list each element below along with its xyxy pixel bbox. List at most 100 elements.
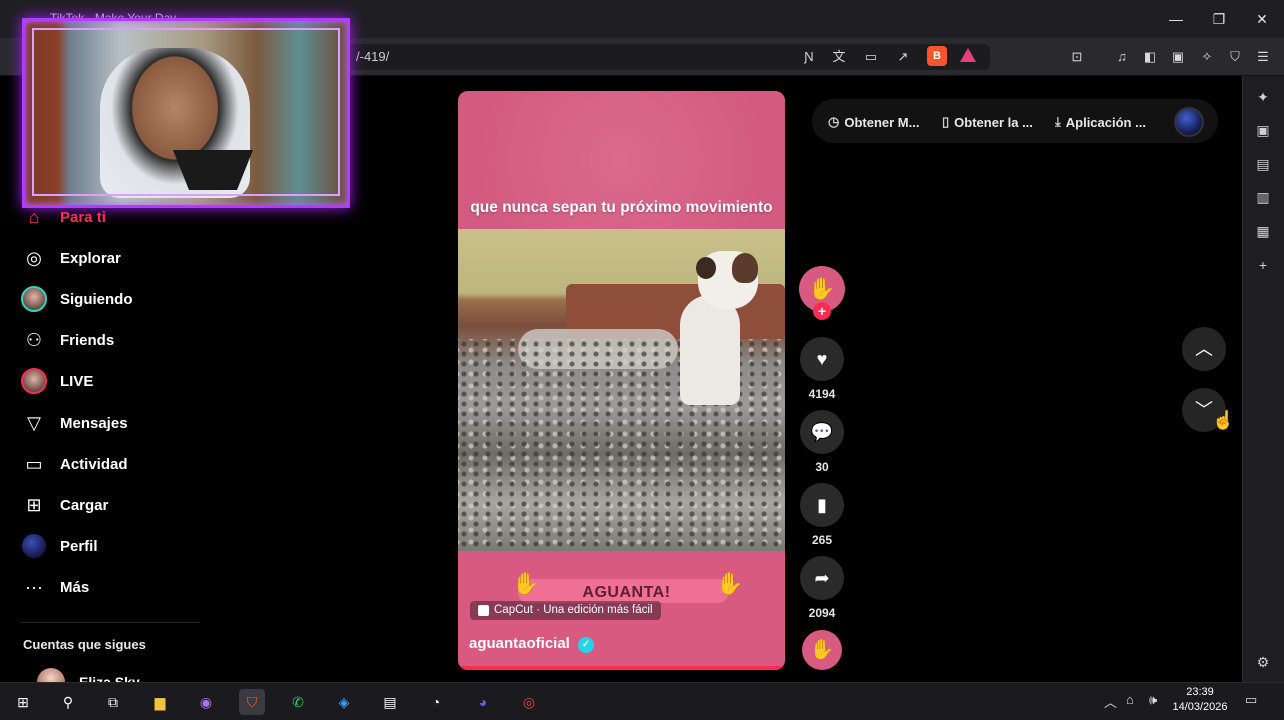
file-explorer-icon[interactable]: ▆ <box>147 689 173 715</box>
upload-icon: ⊞ <box>26 494 42 515</box>
coin-icon: ◷ <box>828 114 840 129</box>
maximize-icon[interactable]: ❐ <box>1208 8 1230 30</box>
system-clock[interactable]: 23:39 14/03/2026 <box>1168 685 1232 715</box>
get-coins-button[interactable]: ◷ Obtener M... <box>828 114 919 130</box>
obs-icon[interactable]: ◔ <box>423 689 449 715</box>
comment-icon: 💬 <box>810 421 834 442</box>
previous-video-button[interactable]: ︿ <box>1182 327 1226 371</box>
clock-date: 14/03/2026 <box>1172 701 1228 713</box>
profile-avatar <box>20 532 48 560</box>
nav-siguiendo[interactable]: Siguiendo <box>20 284 133 314</box>
sidebar-toggle-icon[interactable]: ◧ <box>1140 47 1160 67</box>
nav-mas[interactable]: ··· Más <box>20 572 89 602</box>
webcam-frame <box>32 28 340 196</box>
video-caption: que nunca sepan tu próximo movimiento <box>470 199 773 216</box>
pill-label: Obtener M... <box>844 114 920 130</box>
minimize-icon[interactable]: — <box>1165 8 1187 30</box>
brave-browser-icon[interactable]: ⛉ <box>239 689 265 715</box>
verified-icon: ✓ <box>578 637 594 653</box>
scene-dog-ear <box>732 253 758 283</box>
get-app-button[interactable]: ▯ Obtener la ... <box>942 114 1033 130</box>
mouse-cursor-icon: ☝ <box>1212 410 1235 430</box>
heart-icon: ♥ <box>816 348 828 369</box>
video-player[interactable]: que nunca sepan tu próximo movimiento ✋ … <box>458 91 785 670</box>
nav-live[interactable]: LIVE <box>20 366 93 396</box>
nav-friends[interactable]: ⚇ Friends <box>20 325 114 355</box>
profile-avatar[interactable] <box>1174 107 1204 137</box>
home-icon: ⌂ <box>28 206 40 227</box>
like-count: 4194 <box>808 387 836 401</box>
music-disc[interactable]: ✋ <box>802 630 842 670</box>
chat-app-icon[interactable]: ◉ <box>193 689 219 715</box>
video-progress-bar[interactable] <box>458 666 785 670</box>
share-icon[interactable]: ↗ <box>893 47 913 67</box>
discord-icon[interactable]: ◕ <box>470 689 496 715</box>
phone-icon: ▯ <box>942 114 950 129</box>
desktop-app-button[interactable]: ⤓ Aplicación ... <box>1055 114 1146 130</box>
leo-icon[interactable]: ✧ <box>1197 47 1217 67</box>
nav-label: LIVE <box>60 372 94 390</box>
windows-start-icon[interactable]: ⊞ <box>10 689 36 715</box>
more-icon: ··· <box>25 576 43 597</box>
nav-label: Cargar <box>60 496 109 514</box>
nav-label: Perfil <box>60 537 98 555</box>
nav-label: Friends <box>60 331 115 349</box>
nav-label: Explorar <box>60 249 121 267</box>
no-translate-icon[interactable]: Ɲ <box>799 47 819 67</box>
music-icon[interactable]: ♫ <box>1112 47 1132 67</box>
url-text[interactable]: /-419/ <box>356 49 389 64</box>
reading-list-icon[interactable]: ▦ <box>1252 220 1274 242</box>
compass-icon: ◎ <box>26 247 42 268</box>
video-icon[interactable]: ▣ <box>1252 119 1274 141</box>
sticker-text: AGUANTA! <box>582 584 671 601</box>
wallet-rail-icon[interactable]: ▤ <box>1252 153 1274 175</box>
menu-icon[interactable]: ☰ <box>1253 47 1273 67</box>
chrome-icon[interactable]: ◎ <box>516 689 542 715</box>
bookmark-icon: ▮ <box>817 494 827 515</box>
clock-time: 23:39 <box>1186 686 1214 698</box>
settings-icon[interactable]: ⚙ <box>1252 651 1274 673</box>
task-view-icon[interactable]: ⧉ <box>100 689 126 715</box>
nav-para-ti[interactable]: ⌂ Para ti <box>20 202 106 232</box>
comment-button[interactable]: 💬 <box>800 410 844 454</box>
translate-icon[interactable]: 文 <box>829 47 849 67</box>
add-panel-icon[interactable]: + <box>1252 254 1274 276</box>
comment-count: 30 <box>815 460 829 474</box>
tab-manager-icon[interactable]: ⊡ <box>1067 47 1087 67</box>
vpn-icon[interactable]: ⛉ <box>1225 47 1245 67</box>
save-button[interactable]: ▮ <box>800 483 844 527</box>
scene-dog-body <box>680 295 740 405</box>
share-button[interactable]: ➦ <box>800 556 844 600</box>
nav-perfil[interactable]: Perfil <box>20 531 98 561</box>
close-icon[interactable]: ✕ <box>1251 8 1273 30</box>
app-window-icon[interactable]: ▤ <box>377 689 403 715</box>
bookmarks-icon[interactable]: ▥ <box>1252 186 1274 208</box>
following-section-title: Cuentas que sigues <box>23 637 146 652</box>
volume-icon[interactable]: 🕪 <box>1149 692 1157 708</box>
nav-mensajes[interactable]: ▽ Mensajes <box>20 408 128 438</box>
search-icon[interactable]: ⚲ <box>55 689 81 715</box>
nav-label: Mensajes <box>60 414 128 432</box>
nav-actividad[interactable]: ▭ Actividad <box>20 449 127 479</box>
whatsapp-icon[interactable]: ✆ <box>285 689 311 715</box>
video-author[interactable]: aguantaoficial <box>469 635 570 652</box>
chevron-up-icon: ︿ <box>1195 339 1213 359</box>
network-icon[interactable]: ⌂ <box>1126 692 1134 707</box>
cast-icon[interactable]: ▭ <box>861 47 881 67</box>
nav-explorar[interactable]: ◎ Explorar <box>20 243 121 273</box>
notifications-icon[interactable]: ▭ <box>1245 692 1257 708</box>
tray-chevron-icon[interactable]: ︿ <box>1104 692 1117 711</box>
nav-label: Siguiendo <box>60 290 133 308</box>
capcut-badge[interactable]: CapCut · Una edición más fácil <box>470 601 661 620</box>
brave-rewards-icon[interactable] <box>960 48 976 62</box>
leo-ai-icon[interactable]: ✦ <box>1252 86 1274 108</box>
nav-cargar[interactable]: ⊞ Cargar <box>20 490 108 520</box>
chevron-down-icon: ﹀ <box>1195 400 1213 420</box>
like-button[interactable]: ♥ <box>800 337 844 381</box>
app-icon[interactable]: ◈ <box>331 689 357 715</box>
wallet-icon[interactable]: ▣ <box>1168 47 1188 67</box>
brave-shields-icon[interactable]: B <box>927 46 947 66</box>
friends-icon: ⚇ <box>25 329 43 350</box>
follow-plus-icon[interactable]: + <box>813 302 831 320</box>
divider <box>20 622 200 623</box>
